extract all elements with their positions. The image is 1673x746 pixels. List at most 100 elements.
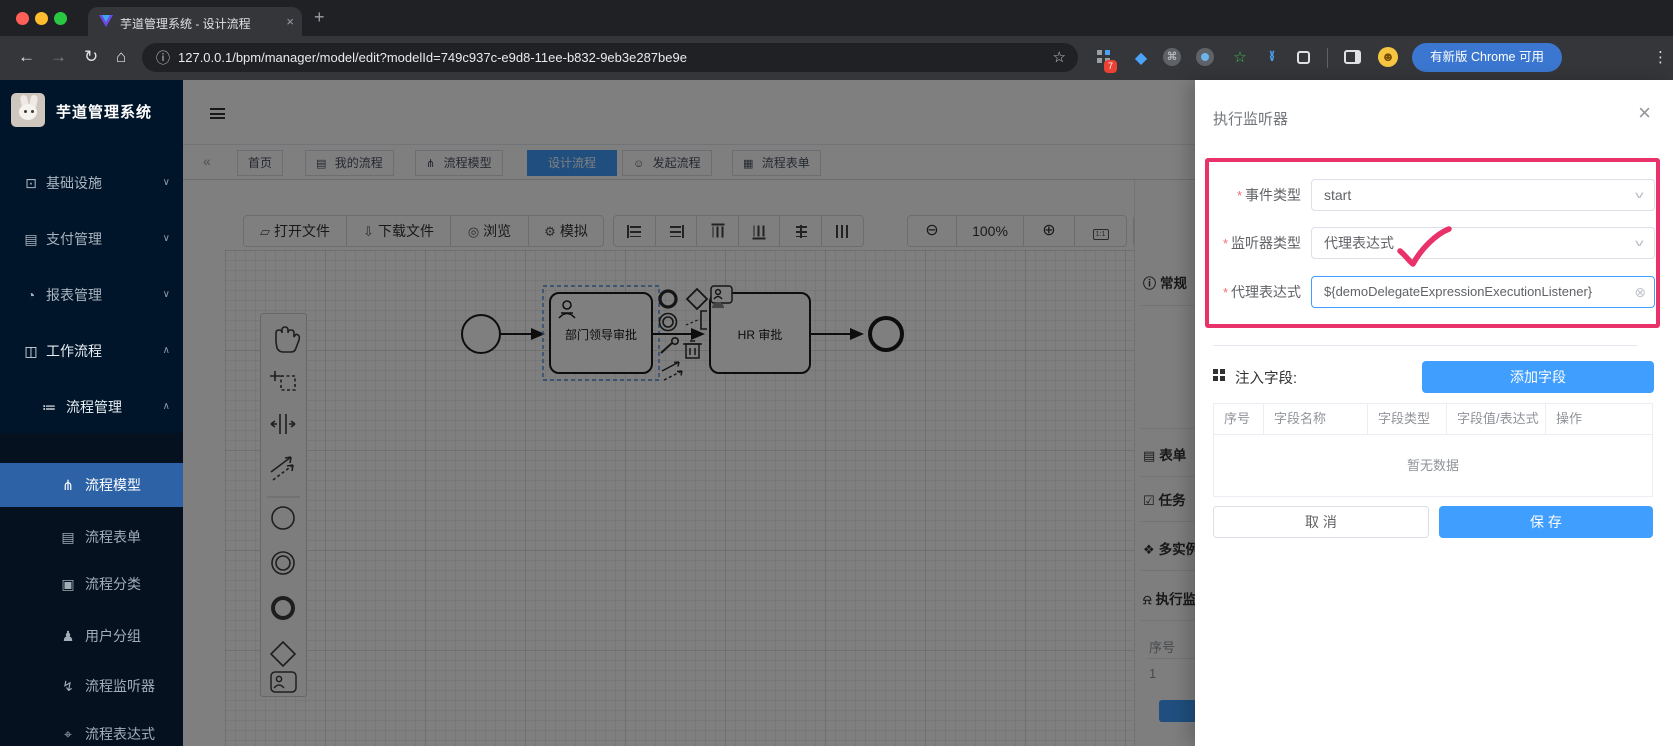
field-label: *事件类型 (1195, 179, 1301, 212)
avatar (11, 93, 45, 127)
site-favicon (99, 15, 113, 27)
screen: 芋道管理系统 - 设计流程 × + ← → ↻ ⌂ ⓘ 127.0.0.1/bp… (0, 0, 1673, 746)
inject-fields-row: 注入字段: 添加字段 (1195, 361, 1673, 393)
sidebar-item-label: 用户分组 (85, 614, 141, 658)
extension-icon-2[interactable] (1196, 48, 1216, 68)
delegate-expression-input[interactable]: ${demoDelegateExpressionExecutionListene… (1311, 276, 1655, 308)
fields-table: 序号 字段名称 字段类型 字段值/表达式 操作 暂无数据 (1213, 403, 1653, 497)
col-field-type: 字段类型 (1368, 404, 1447, 435)
sidebar-item-workflow[interactable]: ◫ 工作流程 ∧ (0, 332, 183, 370)
browser-toolbar: ← → ↻ ⌂ ⓘ 127.0.0.1/bpm/manager/model/ed… (0, 36, 1673, 80)
window-close-button[interactable] (16, 12, 29, 25)
window-maximize-button[interactable] (54, 12, 67, 25)
url-text: 127.0.0.1/bpm/manager/model/edit?modelId… (178, 50, 687, 65)
bookmark-star-icon[interactable]: ☆ (1053, 48, 1066, 66)
list-icon: ≔ (40, 388, 58, 426)
sidebar-item-reports[interactable]: ◔ 报表管理 ∨ (0, 276, 183, 314)
sidebar-item-label: 工作流程 (46, 332, 102, 370)
sidebar-item-payment[interactable]: ▤ 支付管理 ∨ (0, 220, 183, 258)
sidebar-item-label: 流程表达式 (85, 712, 155, 746)
required-asterisk: * (1223, 285, 1228, 300)
field-label: *代理表达式 (1195, 276, 1301, 309)
sidebar-item-label: 流程监听器 (85, 664, 155, 708)
drawer-title: 执行监听器 (1213, 108, 1288, 129)
reload-icon[interactable]: ↻ (84, 46, 98, 68)
chrome-update-chip[interactable]: 有新版 Chrome 可用 (1412, 43, 1562, 72)
event-type-select[interactable]: start ∨ (1311, 179, 1655, 211)
back-icon[interactable]: ← (18, 46, 35, 68)
expression-icon: ⌖ (60, 712, 76, 746)
sidebar-item-process-management[interactable]: ≔ 流程管理 ∧ (0, 388, 183, 426)
sidebar-item-infrastructure[interactable]: ⊡ 基础设施 ∨ (0, 164, 183, 202)
sidebar-item-label: 流程分类 (85, 562, 141, 606)
extensions-puzzle-icon[interactable] (1297, 51, 1310, 64)
sidebar-item-process-listener[interactable]: ↯ 流程监听器 (0, 664, 183, 708)
star-extension-icon[interactable]: ☆ (1230, 48, 1250, 68)
browser-tab-title: 芋道管理系统 - 设计流程 (120, 15, 280, 32)
app-title: 芋道管理系统 (56, 101, 152, 122)
extension-icon-1[interactable]: ⌘ (1163, 48, 1183, 68)
sidebar-item-process-model[interactable]: ⋔ 流程模型 (0, 463, 183, 507)
col-field-value: 字段值/表达式 (1447, 404, 1546, 435)
browser-tab[interactable]: 芋道管理系统 - 设计流程 × (88, 7, 302, 36)
chevron-up-icon: ∧ (163, 332, 170, 370)
chevron-down-icon: ∨ (163, 164, 170, 202)
select-value: 代理表达式 (1324, 235, 1394, 251)
proxy-extension-icon[interactable] (1097, 50, 1102, 55)
col-index: 序号 (1214, 404, 1264, 435)
wallet-icon: ▤ (22, 220, 40, 258)
chevron-down-icon: ∨ (1633, 183, 1646, 207)
required-asterisk: * (1223, 236, 1228, 251)
execution-listener-drawer: 执行监听器 × *事件类型 start ∨ *监听器类型 代理表达式 ∨ (1195, 80, 1673, 746)
empty-table-placeholder: 暂无数据 (1214, 435, 1652, 497)
sidebar-item-process-form[interactable]: ▤ 流程表单 (0, 515, 183, 559)
user-group-icon: ♟ (60, 614, 76, 658)
site-info-icon[interactable]: ⓘ (156, 48, 170, 68)
add-field-button[interactable]: 添加字段 (1422, 361, 1654, 393)
cancel-button[interactable]: 取 消 (1213, 506, 1429, 538)
workflow-icon: ◫ (22, 332, 40, 370)
input-value: ${demoDelegateExpressionExecutionListene… (1324, 284, 1592, 299)
fields-table-header: 序号 字段名称 字段类型 字段值/表达式 操作 (1214, 404, 1652, 435)
gem-extension-icon[interactable]: ◆ (1131, 48, 1151, 68)
model-icon: ⋔ (60, 463, 76, 507)
new-tab-button[interactable]: + (314, 8, 325, 26)
inject-fields-label: 注入字段: (1235, 367, 1297, 388)
clear-icon[interactable]: ⊗ (1634, 277, 1646, 307)
save-button[interactable]: 保 存 (1439, 506, 1653, 538)
extension-badge: 7 (1104, 60, 1117, 73)
chevron-down-icon: ∨ (1633, 231, 1646, 255)
sidebar-item-user-group[interactable]: ♟ 用户分组 (0, 614, 183, 658)
event-type-row: *事件类型 start ∨ (1195, 179, 1673, 211)
sidebar-item-process-expression[interactable]: ⌖ 流程表达式 (0, 712, 183, 746)
sidebar: 芋道管理系统 ⊡ 基础设施 ∨ ▤ 支付管理 ∨ ◔ 报表管理 ∨ ◫ 工作流程… (0, 80, 183, 746)
side-panel-icon[interactable] (1344, 50, 1361, 64)
browser-tabstrip: 芋道管理系统 - 设计流程 × + (0, 0, 1673, 36)
chevron-down-icon: ∨ (163, 220, 170, 258)
toolbar-separator (1327, 48, 1328, 68)
sidebar-item-label: 报表管理 (46, 276, 102, 314)
forward-icon[interactable]: → (50, 46, 67, 68)
annotation-checkmark (1395, 226, 1455, 270)
chevrons-extension-icon[interactable]: ∨∨ (1262, 51, 1282, 71)
window-minimize-button[interactable] (35, 12, 48, 25)
col-field-name: 字段名称 (1264, 404, 1368, 435)
grid-icon (1213, 369, 1218, 374)
sidebar-item-label: 流程模型 (85, 463, 141, 507)
sidebar-item-label: 支付管理 (46, 220, 102, 258)
field-label: *监听器类型 (1195, 227, 1301, 260)
category-icon: ▣ (60, 562, 76, 606)
browser-menu-kebab-icon[interactable]: ⋮ (1653, 47, 1668, 69)
listener-type-select[interactable]: 代理表达式 ∨ (1311, 227, 1655, 259)
main-content: « 首页 ▤ 我的流程 ⋔ 流程模型 设计流程 ☺ 发起流程 ▦ 流程表单 (183, 80, 1673, 746)
select-value: start (1324, 187, 1351, 203)
tab-close-icon[interactable]: × (286, 14, 294, 29)
url-bar[interactable]: ⓘ 127.0.0.1/bpm/manager/model/edit?model… (142, 43, 1078, 72)
sidebar-item-process-category[interactable]: ▣ 流程分类 (0, 562, 183, 606)
col-actions: 操作 (1546, 404, 1652, 435)
chevron-down-icon: ∨ (163, 276, 170, 314)
sidebar-item-label: 流程管理 (66, 388, 122, 426)
profile-avatar-icon[interactable]: ☻ (1378, 47, 1398, 67)
home-icon[interactable]: ⌂ (116, 46, 126, 68)
drawer-close-icon[interactable]: × (1638, 102, 1651, 124)
